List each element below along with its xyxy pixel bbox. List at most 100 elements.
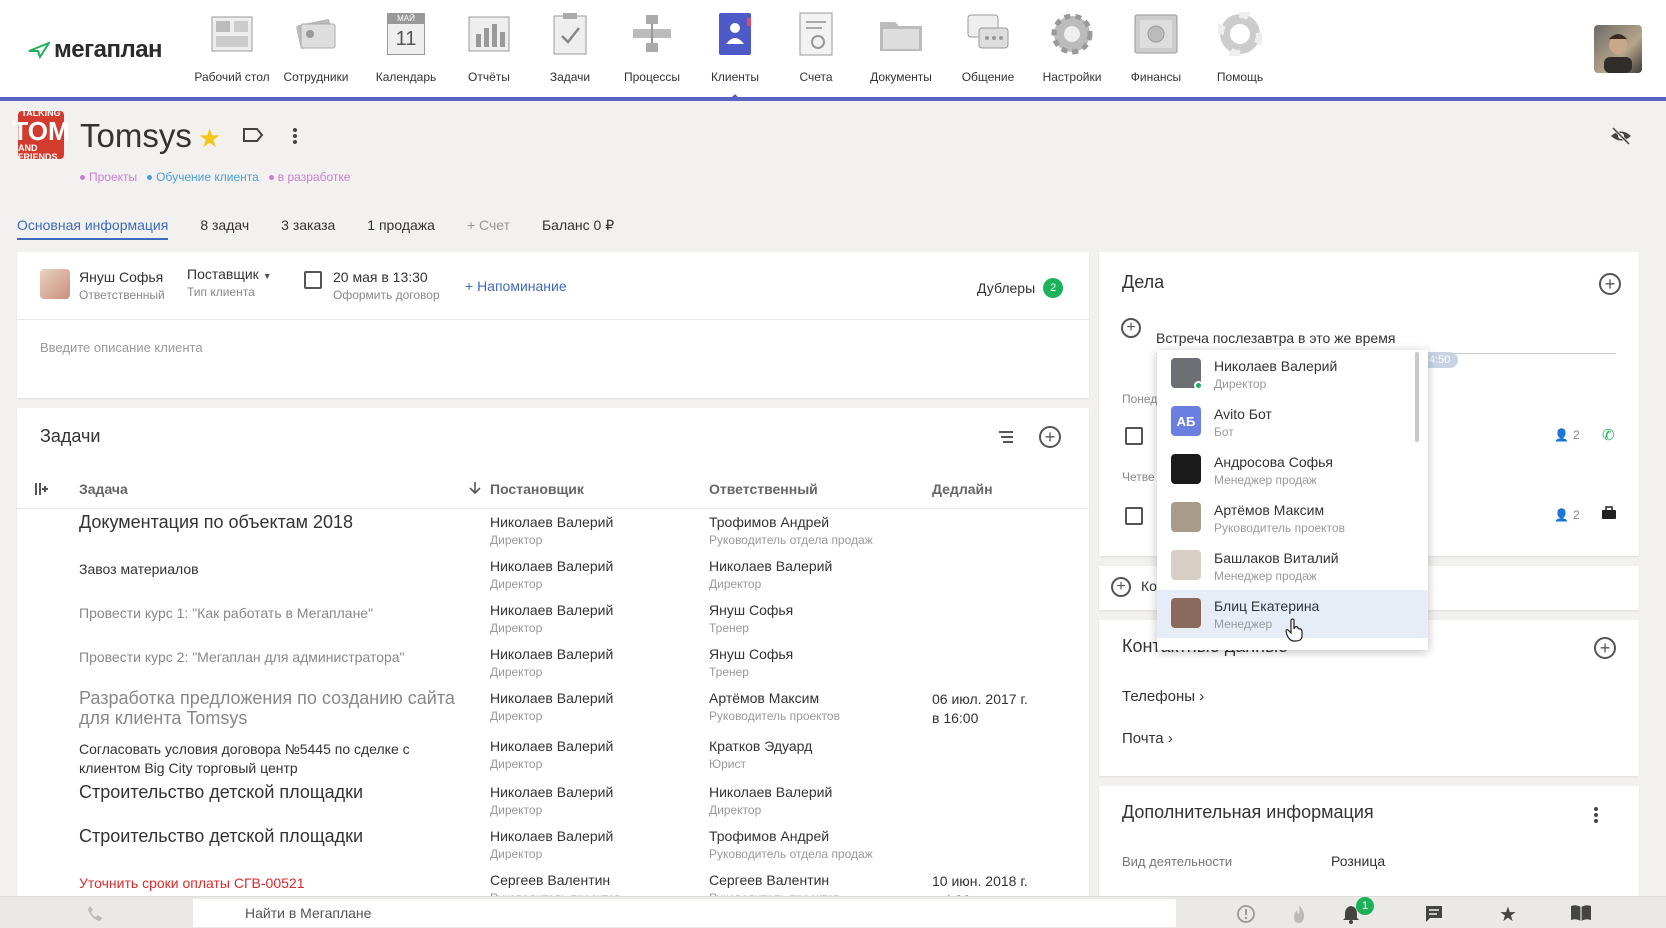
more-vertical-icon[interactable] xyxy=(292,127,298,150)
tab-2[interactable]: 3 заказа xyxy=(281,217,335,240)
book-icon[interactable] xyxy=(1570,904,1592,927)
fire-icon[interactable] xyxy=(1290,904,1308,928)
column-header-task[interactable]: Задача xyxy=(79,481,128,497)
table-row[interactable]: Провести курс 1: "Как работать в Мегапла… xyxy=(17,600,1089,644)
responsible-name[interactable]: Трофимов Андрей xyxy=(709,828,873,844)
table-row[interactable]: Строительство детской площадки Николаев В… xyxy=(17,782,1089,826)
employee-option[interactable]: Башлаков Виталий Менеджер продаж xyxy=(1157,542,1428,590)
responsible-name[interactable]: Януш Софья xyxy=(709,646,793,662)
setter-name[interactable]: Николаев Валерий xyxy=(490,690,613,706)
task-name-link[interactable]: Провести курс 1: "Как работать в Мегапла… xyxy=(79,604,459,623)
tab-3[interactable]: 1 продажа xyxy=(367,217,435,240)
table-row[interactable]: Строительство детской площадки Николаев В… xyxy=(17,826,1089,870)
nav-item-tasks[interactable]: Задачи xyxy=(530,8,610,84)
tag-icon[interactable] xyxy=(242,127,264,148)
table-row[interactable]: Провести курс 2: "Мегаплан для администр… xyxy=(17,644,1089,688)
nav-item-desktop[interactable]: Рабочий стол xyxy=(194,8,270,84)
responsible-name[interactable]: Артёмов Максим xyxy=(709,690,840,706)
responsible-name[interactable]: Трофимов Андрей xyxy=(709,514,873,530)
todo-checkbox[interactable] xyxy=(304,271,322,292)
task-name-link[interactable]: Уточнить сроки оплаты СГВ-00521 xyxy=(79,874,459,893)
table-row[interactable]: Согласовать условия договора №5445 по сд… xyxy=(17,736,1089,780)
client-tag-chip[interactable]: Обучение клиента xyxy=(147,170,259,184)
task-name-link[interactable]: Разработка предложения по созданию сайта… xyxy=(79,688,459,728)
nav-item-documents[interactable]: Документы xyxy=(856,8,946,84)
employee-option[interactable]: АБ Avito Бот Бот xyxy=(1157,398,1428,446)
column-header-responsible[interactable]: Ответственный xyxy=(709,481,818,497)
nav-item-finance[interactable]: Финансы xyxy=(1114,8,1198,84)
nav-item-employees[interactable]: Сотрудники xyxy=(268,8,364,84)
deal-checkbox-2[interactable] xyxy=(1125,507,1143,530)
eye-off-icon[interactable] xyxy=(1610,126,1632,150)
alert-circle-icon[interactable] xyxy=(1236,904,1256,928)
setter-name[interactable]: Николаев Валерий xyxy=(490,514,613,530)
messages-icon[interactable] xyxy=(1424,904,1444,928)
todo-field[interactable]: 20 мая в 13:30 Оформить договор xyxy=(333,269,440,302)
task-name-link[interactable]: Строительство детской площадки xyxy=(79,782,459,802)
megaplan-logo[interactable]: мегаплан xyxy=(28,36,163,64)
responsible-field[interactable]: Януш Софья Ответственный xyxy=(79,269,165,302)
responsible-name[interactable]: Николаев Валерий xyxy=(709,558,832,574)
setter-name[interactable]: Николаев Валерий xyxy=(490,602,613,618)
task-name-link[interactable]: Согласовать условия договора №5445 по сд… xyxy=(79,740,459,778)
nav-item-settings[interactable]: Настройки xyxy=(1030,8,1114,84)
setter-name[interactable]: Николаев Валерий xyxy=(490,646,613,662)
table-row[interactable]: Документация по объектам 2018 Николаев Ва… xyxy=(17,512,1089,556)
add-contact-icon[interactable]: + xyxy=(1111,577,1131,597)
setter-name[interactable]: Николаев Валерий xyxy=(490,828,613,844)
task-name-link[interactable]: Завоз материалов xyxy=(79,560,459,579)
client-tag-chip[interactable]: Проекты xyxy=(80,170,137,184)
phone-call-icon[interactable]: ✆ xyxy=(1602,426,1615,444)
nav-item-reports[interactable]: Отчёты xyxy=(448,8,530,84)
activity-type-value[interactable]: Розница xyxy=(1331,853,1385,869)
nav-item-calendar[interactable]: МАЙ 11 Календарь xyxy=(364,8,448,84)
column-header-deadline[interactable]: Дедлайн xyxy=(932,481,993,497)
employee-option[interactable]: Артёмов Максим Руководитель проектов xyxy=(1157,494,1428,542)
sort-lines-icon[interactable] xyxy=(997,430,1015,449)
employee-option[interactable]: Андросова Софья Менеджер продаж xyxy=(1157,446,1428,494)
add-task-icon[interactable]: + xyxy=(1039,426,1061,448)
table-row[interactable]: Завоз материалов Николаев Валерий Директор… xyxy=(17,556,1089,600)
phones-link[interactable]: Телефоны › xyxy=(1122,688,1204,705)
nav-item-clients[interactable]: Клиенты xyxy=(694,8,776,98)
setter-name[interactable]: Николаев Валерий xyxy=(490,784,613,800)
task-name-link[interactable]: Провести курс 2: "Мегаплан для администр… xyxy=(79,648,459,667)
table-row[interactable]: Разработка предложения по созданию сайта… xyxy=(17,688,1089,732)
deal-checkbox-1[interactable] xyxy=(1125,427,1143,450)
favorite-star-icon[interactable]: ★ xyxy=(198,123,221,154)
task-name-link[interactable]: Строительство детской площадки xyxy=(79,826,459,846)
tab-4[interactable]: + Счет xyxy=(467,217,510,240)
add-deal-icon[interactable]: + xyxy=(1599,273,1621,295)
user-avatar[interactable] xyxy=(1594,25,1642,73)
nav-item-invoices[interactable]: Счета xyxy=(776,8,856,84)
responsible-name[interactable]: Николаев Валерий xyxy=(709,784,832,800)
employee-option[interactable]: Николаев Валерий Директор xyxy=(1157,350,1428,398)
phone-icon[interactable] xyxy=(86,904,104,927)
setter-name[interactable]: Николаев Валерий xyxy=(490,738,613,754)
client-tag-chip[interactable]: в разработке xyxy=(268,170,350,184)
sort-arrow-down-icon[interactable] xyxy=(469,481,481,500)
more-vertical-icon[interactable] xyxy=(1593,806,1599,829)
client-description-input[interactable]: Введите описание клиента xyxy=(40,340,203,355)
responsible-name[interactable]: Януш Софья xyxy=(709,602,793,618)
nav-item-help[interactable]: Помощь xyxy=(1198,8,1282,84)
nav-item-processes[interactable]: Процессы xyxy=(610,8,694,84)
client-type-field[interactable]: Поставщик ▼ Тип клиента xyxy=(187,266,272,299)
tab-5[interactable]: Баланс 0 ₽ xyxy=(542,217,614,240)
tab-1[interactable]: 8 задач xyxy=(200,217,249,240)
add-reminder-link[interactable]: + Напоминание xyxy=(465,278,567,294)
tab-0[interactable]: Основная информация xyxy=(17,217,169,240)
favorites-star-icon[interactable]: ★ xyxy=(1499,902,1517,927)
column-header-setter[interactable]: Постановщик xyxy=(490,481,584,497)
responsible-name[interactable]: Кратков Эдуард xyxy=(709,738,812,754)
add-contact-data-icon[interactable]: + xyxy=(1594,637,1616,659)
setter-name[interactable]: Сергеев Валентин xyxy=(490,872,621,888)
mail-link[interactable]: Почта › xyxy=(1122,730,1173,747)
add-deal-inline-icon[interactable]: + xyxy=(1121,318,1141,338)
task-name-link[interactable]: Документация по объектам 2018 xyxy=(79,512,459,532)
dropdown-scrollbar[interactable] xyxy=(1415,352,1419,442)
duplicates-button[interactable]: Дублеры 2 xyxy=(977,278,1064,298)
responsible-name[interactable]: Сергеев Валентин xyxy=(709,872,840,888)
setter-name[interactable]: Николаев Валерий xyxy=(490,558,613,574)
columns-settings-icon[interactable] xyxy=(34,482,48,501)
